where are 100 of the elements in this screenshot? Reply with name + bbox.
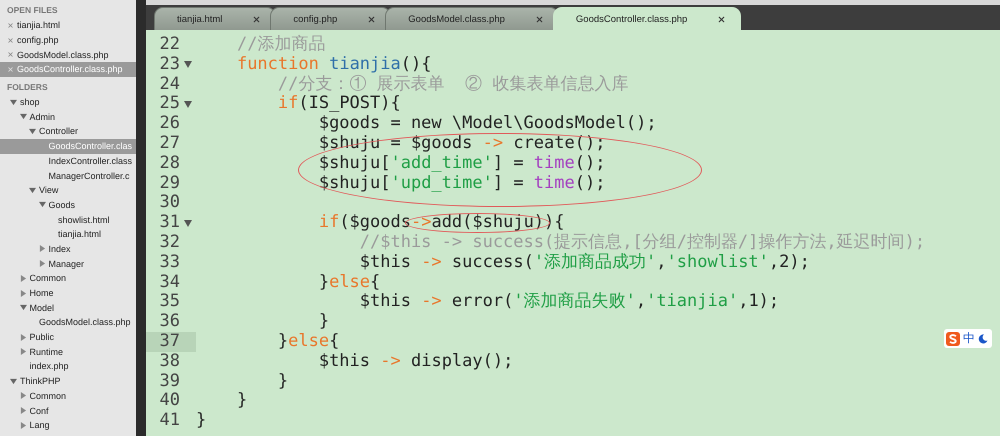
line-number: 23: [158, 54, 180, 75]
code-token: {: [329, 332, 340, 352]
expanded-triangle-icon: [10, 378, 17, 385]
code-token: ,: [636, 292, 646, 312]
line-number: 28: [158, 154, 180, 174]
code-token: success(: [452, 252, 534, 273]
code-token: ,1);: [738, 292, 780, 312]
code-token: function: [236, 54, 319, 75]
code-token: ){: [544, 213, 565, 233]
folder-item[interactable]: Common: [0, 388, 136, 404]
close-icon[interactable]: [252, 14, 262, 24]
code-token: ] =: [492, 174, 525, 194]
line-number: 27: [158, 134, 180, 154]
code-token: if: [278, 94, 298, 114]
code-token: 'showlist': [666, 252, 769, 273]
code-token: {: [370, 272, 380, 292]
file-item[interactable]: index.php: [0, 359, 136, 374]
section-heading: OPEN FILES: [6, 4, 58, 17]
file-item[interactable]: tianjia.html: [0, 226, 136, 242]
code-token: if: [318, 213, 340, 233]
folder-item[interactable]: Goods: [0, 198, 136, 212]
folder-item[interactable]: Runtime: [0, 344, 136, 360]
line-number: 32: [158, 232, 180, 253]
line-number: 36: [158, 312, 180, 332]
folder-item[interactable]: Admin: [0, 109, 136, 124]
open-file-item[interactable]: tianjia.html: [0, 18, 136, 33]
code-comment: //分支：① 展示表单 ② 收集表单信息入库: [278, 74, 628, 94]
folder-item[interactable]: View: [0, 182, 136, 198]
code-token: ->: [421, 252, 442, 273]
code-token: (IS_POST){: [298, 94, 401, 114]
file-item[interactable]: IndexController.class: [0, 154, 136, 168]
code-token: ->: [482, 134, 504, 154]
code-comment: //$this -> success(提示信息,[分组/控制器/]操作方法,延迟时间);: [360, 232, 926, 252]
folder-item[interactable]: Model: [0, 300, 136, 316]
code-token: }: [196, 411, 206, 431]
input-method-logo-icon[interactable]: [946, 332, 960, 346]
code-token: }: [278, 372, 288, 392]
line-number: 33: [158, 252, 180, 273]
open-file-item[interactable]: GoodsModel.class.php: [0, 47, 136, 62]
editor-tab[interactable]: GoodsController.class.php: [552, 7, 742, 30]
line-number: 41: [158, 411, 180, 431]
line-number: 39: [158, 372, 180, 392]
code-token: (){: [400, 54, 432, 75]
fold-triangle-icon[interactable]: [184, 220, 192, 227]
close-icon[interactable]: [367, 14, 376, 24]
file-item[interactable]: GoodsModel.class.php: [0, 315, 136, 330]
moon-icon[interactable]: [978, 334, 988, 344]
file-item[interactable]: showlist.html: [0, 212, 136, 227]
code-token: }: [236, 391, 248, 412]
folder-item[interactable]: Lang: [0, 418, 136, 433]
folder-item[interactable]: Conf: [0, 403, 136, 418]
line-number: 34: [158, 272, 180, 292]
code-token: ->: [410, 213, 432, 233]
folder-item[interactable]: Public: [0, 330, 136, 344]
fold-triangle-icon[interactable]: [184, 100, 192, 108]
input-mode-label[interactable]: 中: [963, 330, 975, 347]
line-number: 35: [158, 292, 180, 312]
code-token: }: [318, 272, 330, 292]
code-token: ();: [574, 174, 606, 194]
line-number: 26: [158, 114, 180, 134]
code-token: }: [278, 332, 288, 352]
code-token: '添加商品失败': [513, 292, 636, 312]
folder-item[interactable]: shop: [0, 94, 136, 110]
fold-triangle-icon[interactable]: [184, 61, 192, 68]
folder-item[interactable]: ThinkPHP: [0, 374, 136, 388]
line-number: 40: [158, 391, 180, 412]
folder-item[interactable]: Index: [0, 242, 136, 256]
code-token: ->: [380, 352, 401, 372]
folder-item[interactable]: Common: [0, 271, 136, 286]
folder-item[interactable]: Controller: [0, 124, 136, 139]
close-icon[interactable]: [717, 14, 726, 24]
code-token: tianjia: [329, 54, 401, 74]
folder-item[interactable]: Home: [0, 286, 136, 300]
code-token: $shuju[: [318, 154, 390, 174]
line-number: 38: [158, 352, 180, 372]
code-token: error(: [452, 292, 514, 312]
code-token: else: [329, 272, 370, 292]
line-number: 22: [158, 35, 180, 55]
code-token: $shuju[: [318, 174, 390, 194]
file-item[interactable]: ManagerController.c: [0, 168, 136, 183]
code-token: ->: [421, 292, 442, 312]
code-token: create();: [513, 134, 606, 154]
folder-item[interactable]: Manager: [0, 256, 136, 271]
code-token: display();: [410, 352, 514, 372]
code-token: $goods = new \Model\GoodsModel();: [318, 114, 657, 134]
code-token: ] =: [492, 154, 525, 174]
code-token: $this: [360, 292, 412, 312]
code-token: 'tianjia': [646, 292, 738, 312]
code-token: 'add_time': [390, 154, 493, 174]
code-token: '添加商品成功': [534, 252, 656, 273]
close-icon[interactable]: [534, 14, 544, 24]
expanded-triangle-icon: [20, 304, 26, 312]
line-number: 30: [158, 193, 180, 214]
code-token: ,2);: [768, 252, 810, 273]
line-number: 24: [158, 74, 180, 94]
code-token: ();: [574, 154, 606, 174]
code-token: else: [288, 332, 330, 352]
line-number: 29: [158, 174, 180, 194]
code-token: time: [534, 154, 575, 174]
open-file-item[interactable]: config.php: [0, 32, 136, 48]
